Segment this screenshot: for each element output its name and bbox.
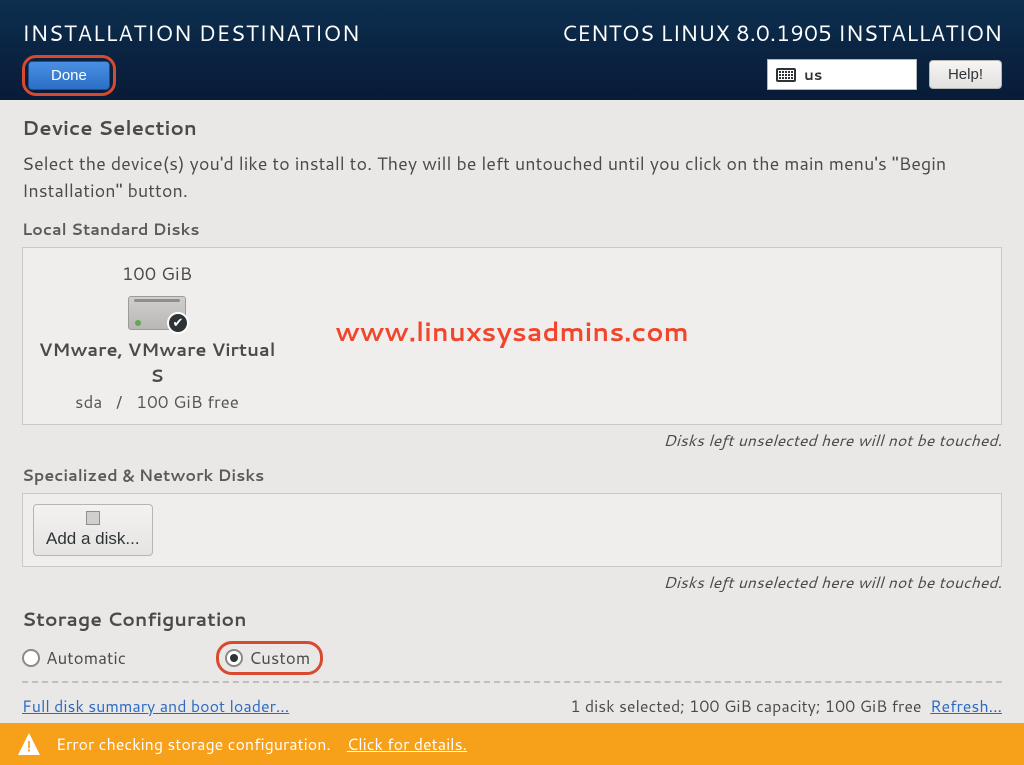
- radio-icon: [225, 649, 243, 667]
- disk-summary-link[interactable]: Full disk summary and boot loader...: [22, 695, 289, 718]
- error-details-link[interactable]: Click for details.: [347, 733, 467, 756]
- header-left: INSTALLATION DESTINATION Done: [22, 18, 360, 100]
- header-bar: INSTALLATION DESTINATION Done CENTOS LIN…: [0, 0, 1024, 100]
- disk-meta: sda / 100 GiB free: [37, 390, 277, 414]
- disk-dev: sda: [75, 390, 102, 414]
- disk-plus-icon: [86, 511, 100, 525]
- add-disk-label: Add a disk...: [46, 529, 140, 549]
- radio-custom-label: Custom: [249, 646, 310, 670]
- help-button[interactable]: Help!: [929, 60, 1002, 89]
- storage-config-heading: Storage Configuration: [22, 606, 1002, 633]
- footer-right: 1 disk selected; 100 GiB capacity; 100 G…: [570, 695, 1002, 718]
- done-button[interactable]: Done: [28, 61, 110, 90]
- keyboard-icon: [776, 68, 796, 82]
- disk-icon-row: ✔: [37, 296, 277, 330]
- keyboard-layout-label: us: [804, 64, 822, 85]
- specialized-note: Disks left unselected here will not be t…: [22, 571, 1002, 594]
- disk-size: 100 GiB: [37, 260, 277, 286]
- disk-sep: /: [116, 390, 122, 414]
- disk-free: 100 GiB free: [136, 390, 239, 414]
- header-controls: us Help!: [767, 59, 1002, 90]
- content: Device Selection Select the device(s) yo…: [0, 100, 1024, 718]
- device-selection-intro: Select the device(s) you'd like to insta…: [22, 150, 1002, 204]
- add-disk-button[interactable]: Add a disk...: [33, 504, 153, 556]
- keyboard-layout-selector[interactable]: us: [767, 59, 917, 90]
- disk-item[interactable]: 100 GiB ✔ VMware, VMware Virtual S sda /…: [37, 260, 277, 414]
- specialized-panel: Add a disk...: [22, 493, 1002, 567]
- storage-radio-row: Automatic Custom: [22, 641, 1002, 683]
- custom-highlight: Custom: [216, 641, 323, 675]
- radio-icon: [22, 649, 40, 667]
- done-highlight: Done: [22, 55, 116, 96]
- product-title: CENTOS LINUX 8.0.1905 INSTALLATION: [561, 18, 1002, 49]
- local-disks-panel: 100 GiB ✔ VMware, VMware Virtual S sda /…: [22, 247, 1002, 425]
- device-selection-heading: Device Selection: [22, 114, 1002, 142]
- local-disks-note: Disks left unselected here will not be t…: [22, 429, 1002, 452]
- disk-status: 1 disk selected; 100 GiB capacity; 100 G…: [570, 695, 921, 718]
- radio-automatic[interactable]: Automatic: [22, 646, 126, 670]
- local-disks-heading: Local Standard Disks: [22, 218, 1002, 241]
- header-right: CENTOS LINUX 8.0.1905 INSTALLATION us He…: [561, 18, 1002, 100]
- storage-config: Storage Configuration Automatic Custom: [22, 606, 1002, 683]
- page-title: INSTALLATION DESTINATION: [22, 18, 360, 49]
- error-bar[interactable]: Error checking storage configuration. Cl…: [0, 723, 1024, 765]
- disk-name: VMware, VMware Virtual S: [37, 336, 277, 388]
- checkmark-icon: ✔: [167, 312, 189, 334]
- radio-automatic-label: Automatic: [46, 646, 126, 670]
- refresh-link[interactable]: Refresh...: [930, 695, 1002, 718]
- warning-icon: [18, 733, 40, 755]
- error-message: Error checking storage configuration.: [56, 733, 331, 756]
- footer-row: Full disk summary and boot loader... 1 d…: [22, 695, 1002, 718]
- radio-custom[interactable]: Custom: [225, 646, 310, 670]
- specialized-heading: Specialized & Network Disks: [22, 464, 1002, 487]
